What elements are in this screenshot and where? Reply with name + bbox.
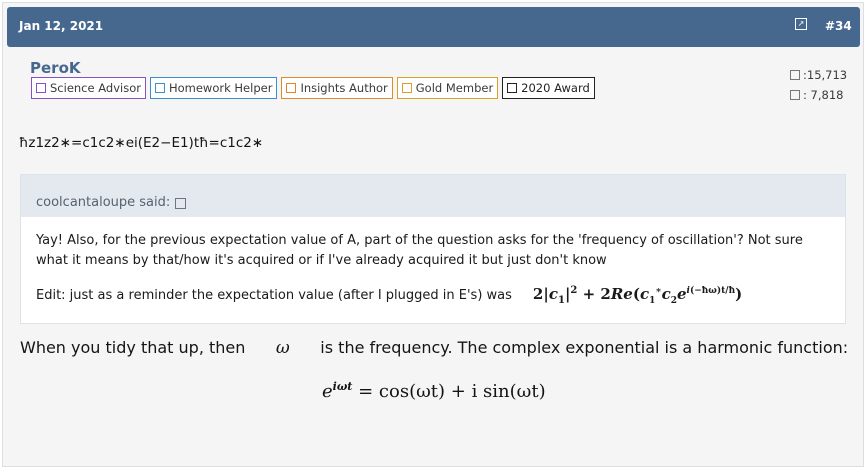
quote-edit-text: Edit: just as a reminder the expectation… (36, 288, 512, 303)
badge-label: Gold Member (415, 81, 494, 95)
badge-2020-award[interactable]: 2020 Award (502, 77, 595, 99)
badge-label: 2020 Award (521, 81, 590, 95)
quote-header[interactable]: coolcantaloupe said: (21, 175, 845, 217)
badge-science-advisor[interactable]: Science Advisor (31, 77, 146, 99)
post-number[interactable]: #34 (825, 19, 852, 33)
badge-icon (286, 83, 297, 93)
quoted-math-text: ħz1z2∗=c1c2∗ei(E2−E1)tħ=c1c2∗ (19, 135, 264, 151)
post-header: Jan 12, 2021 ↗ #34 (7, 7, 860, 47)
messages-icon (790, 70, 800, 80)
reply-text: When you tidy that up, then ω is the fre… (20, 338, 848, 358)
author-badges: Science Advisor Homework Helper Insights… (31, 77, 595, 102)
stat-reactions-value: : 7,818 (803, 88, 844, 102)
badge-insights-author[interactable]: Insights Author (281, 77, 393, 99)
stat-messages-value: :15,713 (803, 68, 848, 82)
stat-reactions: : 7,818 (790, 85, 847, 105)
reactions-icon (790, 90, 800, 100)
author-username[interactable]: PeroK (30, 59, 81, 77)
reply-text-before: When you tidy that up, then (20, 338, 246, 357)
equation-exponent: iωt (332, 380, 353, 393)
quote-block: coolcantaloupe said: Yay! Also, for the … (20, 174, 846, 324)
quote-attribution: coolcantaloupe said: (36, 194, 171, 210)
badge-label: Science Advisor (50, 81, 141, 95)
badge-label: Homework Helper (168, 81, 273, 95)
badge-label: Insights Author (300, 81, 388, 95)
equation-base: e (322, 381, 333, 402)
badge-icon (401, 83, 412, 93)
badge-gold-member[interactable]: Gold Member (396, 77, 499, 99)
badge-homework-helper[interactable]: Homework Helper (149, 77, 278, 99)
share-icon[interactable]: ↗ (795, 18, 807, 30)
stat-messages: :15,713 (790, 65, 847, 85)
badge-icon (36, 83, 46, 93)
quote-edit-line: Edit: just as a reminder the expectation… (36, 281, 830, 311)
reply-text-after: is the frequency. The complex exponentia… (320, 338, 849, 357)
quote-body: Yay! Also, for the previous expectation … (21, 217, 845, 311)
post-date[interactable]: Jan 12, 2021 (19, 19, 103, 33)
jump-to-quote-icon[interactable] (175, 197, 187, 209)
badge-icon (507, 83, 518, 93)
omega-symbol: ω (275, 338, 290, 358)
quote-paragraph: Yay! Also, for the previous expectation … (36, 233, 803, 268)
author-stats: :15,713 : 7,818 (790, 65, 847, 105)
badge-icon (154, 83, 165, 93)
euler-equation: eiωt = cos(ωt) + i sin(ωt) (322, 380, 546, 402)
quote-math: 2|c1|2 + 2Re(c1∗c2ei(−ħω)t/ħ) (532, 285, 743, 306)
equation-rhs: = cos(ωt) + i sin(ωt) (358, 381, 546, 402)
